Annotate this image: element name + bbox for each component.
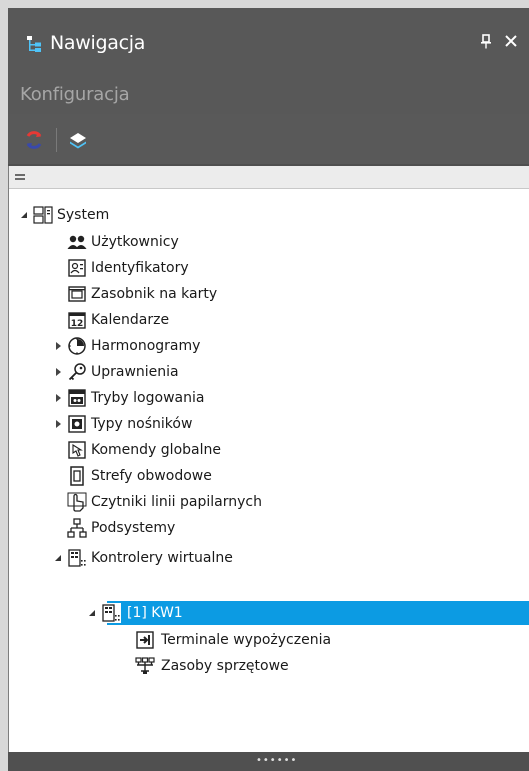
tree-item-calendars[interactable]: 12 Kalendarze (9, 308, 529, 332)
tree-item-label: System (57, 207, 110, 223)
tree-item-schedules[interactable]: Harmonogramy (9, 334, 529, 358)
tree-item-label: Harmonogramy (91, 338, 201, 354)
tree-header-strip (9, 166, 529, 189)
collapsed-arrow-icon[interactable] (53, 419, 63, 429)
tree-item-label: Terminale wypożyczenia (161, 632, 332, 648)
collapsed-arrow-icon[interactable] (53, 367, 63, 377)
subsystem-icon (67, 518, 87, 538)
users-icon (67, 235, 87, 249)
system-icon (33, 206, 53, 224)
tree-item-fingerprint-readers[interactable]: Czytniki linii papilarnych (9, 490, 529, 514)
expanded-arrow-icon[interactable] (53, 553, 63, 563)
virtual-controller-icon (68, 549, 86, 567)
pin-button[interactable] (478, 34, 494, 52)
panel-footer: •••••• (8, 752, 529, 771)
key-icon (68, 363, 86, 381)
expanded-arrow-icon[interactable] (87, 608, 97, 618)
panel-title: Nawigacja (50, 32, 146, 54)
media-type-icon (68, 415, 86, 433)
tree-item-label: Strefy obwodowe (91, 468, 212, 484)
section-title: Konfiguracja (20, 84, 130, 105)
close-button[interactable] (502, 32, 520, 52)
pin-icon (481, 34, 491, 49)
collapsed-arrow-icon[interactable] (53, 341, 63, 351)
login-mode-icon (68, 389, 86, 407)
card-tray-icon (68, 286, 86, 302)
expanded-arrow-icon[interactable] (19, 210, 29, 220)
tree-item-label: Podsystemy (91, 520, 176, 536)
refresh-icon[interactable] (24, 130, 44, 150)
toolbar-separator (56, 128, 57, 152)
id-card-icon (68, 259, 86, 277)
tree-item-label: Zasoby sprzętowe (161, 658, 289, 674)
tree-item-label: Identyfikatory (91, 260, 189, 276)
tree-item-label: [1] KW1 (127, 605, 183, 621)
tree-item-rental-terminals[interactable]: Terminale wypożyczenia (9, 628, 529, 652)
navigation-panel: Nawigacja Konfiguracja System Użytkownic… (8, 8, 529, 771)
tree-item-global-commands[interactable]: Komendy globalne (9, 438, 529, 462)
tree-item-system[interactable]: System (9, 203, 529, 227)
navigation-tree-icon (27, 36, 41, 52)
tree-item-media-types[interactable]: Typy nośników (9, 412, 529, 436)
terminal-icon (136, 631, 154, 649)
calendar-icon: 12 (68, 312, 86, 329)
panel-titlebar: Nawigacja (8, 8, 529, 72)
tree-item-card-tray[interactable]: Zasobnik na karty (9, 282, 529, 306)
controller-icon (101, 603, 121, 623)
toolbar (8, 114, 529, 164)
tree-item-kw1[interactable]: [1] KW1 (9, 601, 529, 625)
navigation-tree: System Użytkownicy Identyfikatory Zasobn… (8, 166, 529, 752)
tree-item-label: Komendy globalne (91, 442, 221, 458)
tree-item-label: Tryby logowania (91, 390, 205, 406)
clock-icon (68, 337, 86, 355)
zone-icon (70, 466, 84, 486)
tree-item-users[interactable]: Użytkownicy (9, 230, 529, 254)
global-command-icon (68, 441, 86, 459)
tree-item-label: Zasobnik na karty (91, 286, 218, 302)
tree-item-label: Kalendarze (91, 312, 170, 328)
section-header: Konfiguracja (8, 72, 529, 114)
tree-item-permissions[interactable]: Uprawnienia (9, 360, 529, 384)
tree-item-login-modes[interactable]: Tryby logowania (9, 386, 529, 410)
tree-item-subsystems[interactable]: Podsystemy (9, 516, 529, 540)
tree-item-label: Użytkownicy (91, 234, 179, 250)
tree-item-label: Czytniki linii papilarnych (91, 494, 262, 510)
layers-icon[interactable] (68, 131, 88, 151)
tree-item-hardware-resources[interactable]: Zasoby sprzętowe (9, 654, 529, 678)
collapsed-arrow-icon[interactable] (53, 393, 63, 403)
tree-grip-icon[interactable] (15, 174, 25, 180)
tree-item-virtual-controllers[interactable]: Kontrolery wirtualne (9, 546, 529, 570)
tree-item-perimeter-zones[interactable]: Strefy obwodowe (9, 464, 529, 488)
svg-text:12: 12 (71, 319, 84, 329)
tree-item-label: Kontrolery wirtualne (91, 550, 233, 566)
resize-grip-icon[interactable]: •••••• (256, 756, 297, 766)
tree-item-identifiers[interactable]: Identyfikatory (9, 256, 529, 280)
fingerprint-reader-icon (67, 492, 87, 512)
hardware-icon (135, 657, 155, 674)
tree-item-label: Typy nośników (91, 416, 193, 432)
tree-item-label: Uprawnienia (91, 364, 179, 380)
close-icon (505, 35, 517, 47)
